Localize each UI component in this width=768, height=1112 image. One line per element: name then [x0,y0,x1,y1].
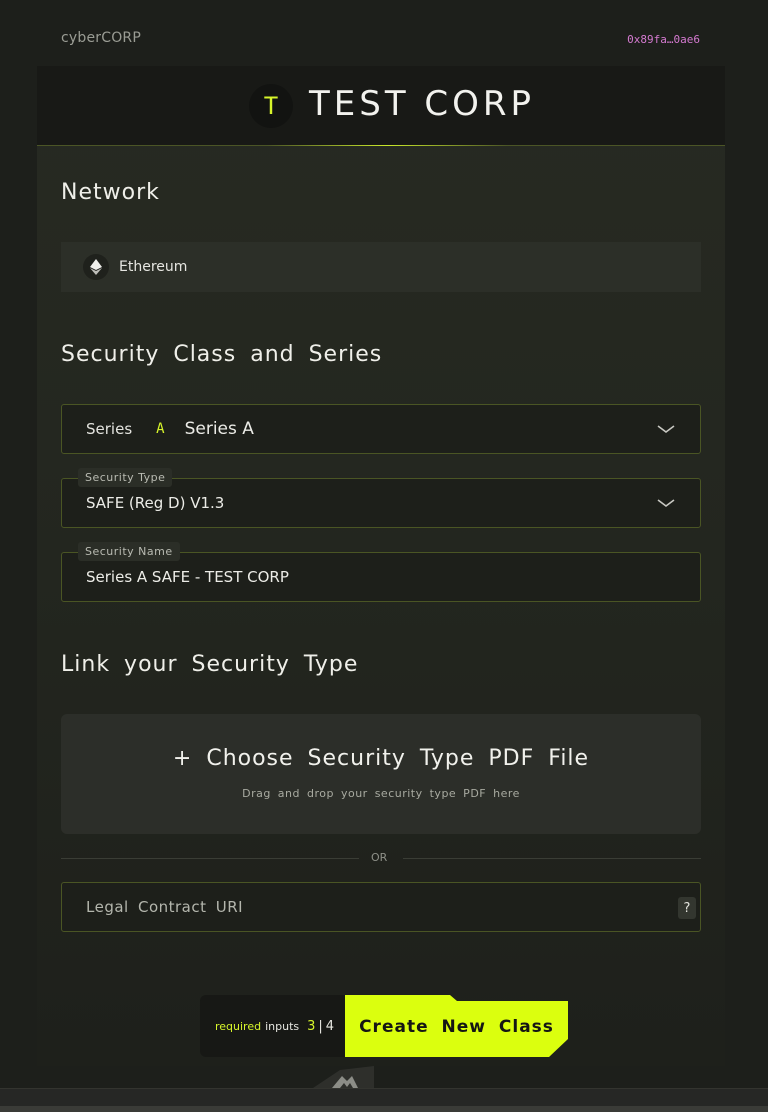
brand-name[interactable]: cyberCORP [61,30,141,46]
or-separator: OR [371,851,388,864]
dropzone-hint: Drag and drop your security type PDF her… [242,787,520,800]
top-bar: cyberCORP 0x89fa…0ae6 [0,0,768,66]
chevron-down-icon[interactable] [656,497,676,509]
chevron-down-icon[interactable] [656,423,676,435]
create-new-class-button[interactable]: Create New Class [345,995,568,1057]
ethereum-icon [83,254,109,280]
required-inputs-counter: required inputs 3 | 4 [200,995,360,1057]
network-label: Ethereum [119,259,188,275]
divider-left [61,858,359,859]
wallet-address[interactable]: 0x89fa…0ae6 [627,33,700,46]
footer-logo-icon [310,1066,374,1090]
bottom-scrollbar[interactable] [0,1088,768,1112]
required-total-count: 4 [325,1018,335,1034]
choose-pdf-button[interactable]: + Choose Security Type PDF File [61,746,701,771]
required-separator: | [318,1018,323,1034]
security-type-value: SAFE (Reg D) V1.3 [86,494,225,512]
security-name-value[interactable]: Series A SAFE - TEST CORP [86,568,289,586]
required-word: required [215,1019,262,1033]
network-selector[interactable]: Ethereum [61,242,701,292]
series-value: Series A [184,419,254,439]
help-icon[interactable]: ? [678,897,696,919]
pdf-dropzone[interactable]: + Choose Security Type PDF File Drag and… [61,714,701,834]
legal-contract-uri-placeholder: Legal Contract URI [86,898,244,916]
company-header: T TEST CORP [37,66,725,146]
inputs-word: inputs [265,1019,300,1033]
series-prefix: Series [86,420,133,438]
security-type-label: Security Type [78,468,173,487]
network-section-title: Network [61,180,160,205]
security-name-label: Security Name [78,542,180,561]
legal-contract-uri-input[interactable]: Legal Contract URI ? [61,882,701,932]
security-section-title: Security Class and Series [61,342,383,367]
required-done-count: 3 [307,1018,316,1034]
series-letter-badge: A [156,421,165,437]
security-name-field[interactable]: Security Name Series A SAFE - TEST CORP [61,542,701,602]
series-select[interactable]: Series A Series A [61,404,701,454]
divider-right [403,858,701,859]
security-type-select[interactable]: Security Type SAFE (Reg D) V1.3 [61,468,701,528]
company-logo: T [249,84,293,128]
link-section-title: Link your Security Type [61,652,359,677]
company-name: TEST CORP [309,84,536,124]
create-class-panel: T TEST CORP Network Ethereum Security Cl… [37,66,725,1066]
